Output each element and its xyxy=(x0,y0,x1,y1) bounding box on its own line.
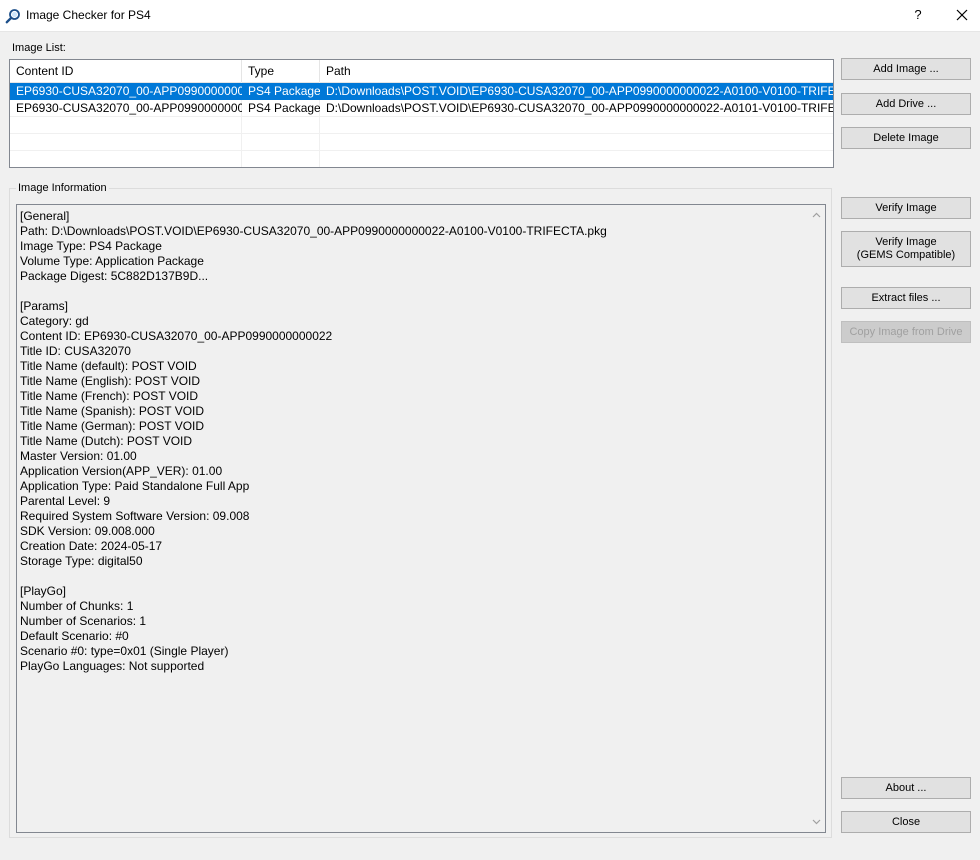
magnifier-icon xyxy=(5,9,20,24)
cell-content-id: EP6930-CUSA32070_00-APP0990000000022 xyxy=(16,84,242,98)
copy-image-from-drive-button[interactable]: Copy Image from Drive xyxy=(841,321,971,343)
verify-gems-line2: (GEMS Compatible) xyxy=(856,249,956,261)
grid-line xyxy=(10,117,833,134)
chevron-up-icon[interactable] xyxy=(812,211,821,220)
add-drive-button[interactable]: Add Drive ... xyxy=(841,93,971,115)
cell-type: PS4 Package xyxy=(248,101,320,115)
column-header-path[interactable]: Path xyxy=(320,60,833,82)
window-title: Image Checker for PS4 xyxy=(26,8,151,22)
column-header-type[interactable]: Type xyxy=(242,60,320,82)
grid-line xyxy=(10,151,833,167)
verify-gems-line1: Verify Image xyxy=(875,236,937,248)
close-button[interactable]: Close xyxy=(841,811,971,833)
close-icon[interactable] xyxy=(950,3,974,27)
about-button[interactable]: About ... xyxy=(841,777,971,799)
image-information-text: [General] Path: D:\Downloads\POST.VOID\E… xyxy=(20,209,607,673)
cell-type: PS4 Package xyxy=(248,84,320,98)
image-list-header: Content ID Type Path xyxy=(10,60,833,83)
image-information-textbox[interactable]: [General] Path: D:\Downloads\POST.VOID\E… xyxy=(16,204,826,833)
grid-line xyxy=(10,134,833,151)
cell-content-id: EP6930-CUSA32070_00-APP0990000000022 xyxy=(16,101,242,115)
cell-path: D:\Downloads\POST.VOID\EP6930-CUSA32070_… xyxy=(326,101,833,115)
cell-path: D:\Downloads\POST.VOID\EP6930-CUSA32070_… xyxy=(326,84,833,98)
image-information-label: Image Information xyxy=(16,182,109,194)
verify-image-button[interactable]: Verify Image xyxy=(841,197,971,219)
image-list-label: Image List: xyxy=(12,42,66,54)
delete-image-button[interactable]: Delete Image xyxy=(841,127,971,149)
image-list[interactable]: Content ID Type Path EP6930-CUSA32070_00… xyxy=(9,59,834,168)
table-row[interactable]: EP6930-CUSA32070_00-APP0990000000022 PS4… xyxy=(10,83,833,100)
extract-files-button[interactable]: Extract files ... xyxy=(841,287,971,309)
table-row[interactable]: EP6930-CUSA32070_00-APP0990000000022 PS4… xyxy=(10,100,833,117)
add-image-button[interactable]: Add Image ... xyxy=(841,58,971,80)
chevron-down-icon[interactable] xyxy=(812,817,821,826)
column-header-content-id[interactable]: Content ID xyxy=(10,60,242,82)
vertical-scrollbar[interactable] xyxy=(808,205,825,832)
verify-image-gems-button[interactable]: Verify Image (GEMS Compatible) xyxy=(841,231,971,267)
help-button[interactable]: ? xyxy=(906,3,930,27)
title-bar: Image Checker for PS4 ? xyxy=(0,0,980,32)
